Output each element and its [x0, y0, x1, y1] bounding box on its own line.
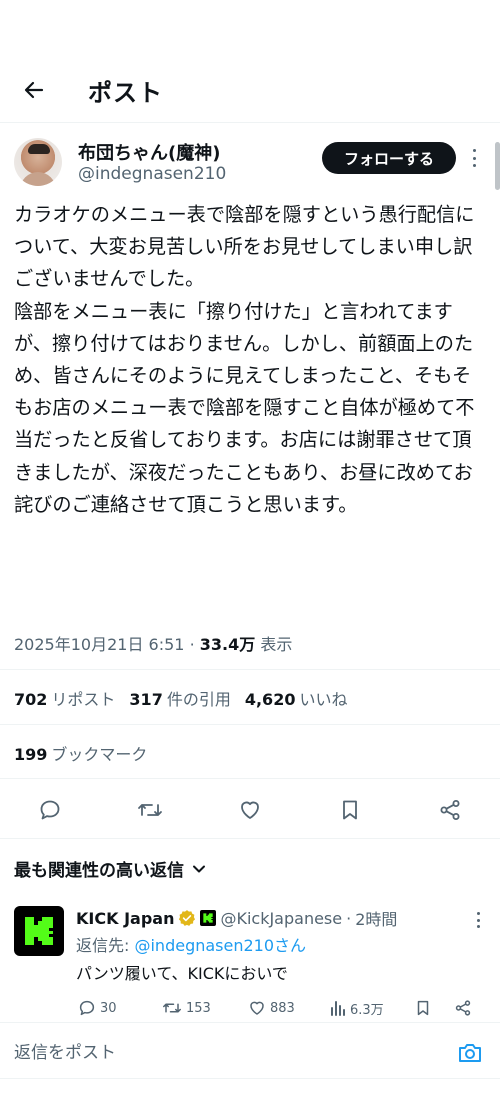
reply-comment-count: 30	[100, 1000, 117, 1016]
post-action-bar	[0, 792, 500, 828]
reply-views-count: 6.3万	[350, 1002, 384, 1018]
heart-icon	[250, 1001, 264, 1015]
scrollbar-thumb[interactable]	[495, 142, 500, 190]
engagement-stats: 702 リポスト 317 件の引用 4,620 いいね	[14, 686, 347, 710]
author-name[interactable]: 布団ちゃん(魔神)	[78, 139, 220, 165]
post-text: カラオケのメニュー表で陰部を隠すという愚行配信について、大変お見苦しい所をお見せ…	[14, 203, 475, 516]
reply-button[interactable]	[34, 794, 66, 826]
stats-divider	[0, 724, 500, 725]
reply-time[interactable]: 2時間	[355, 906, 397, 930]
reply-views-button[interactable]: 6.3万	[330, 996, 384, 1020]
heart-icon	[241, 801, 259, 819]
reply-bookmark-button[interactable]	[414, 996, 432, 1020]
meta-separator: ·	[189, 635, 200, 654]
reply-comment-button[interactable]: 30	[78, 996, 117, 1020]
bottom-divider	[0, 1078, 500, 1079]
reply-to-label: 返信先:	[76, 936, 135, 955]
more-options-icon[interactable]	[466, 146, 482, 170]
reply-to-mention[interactable]: @indegnasen210さん	[134, 936, 306, 955]
kick-logo-avatar[interactable]	[14, 906, 64, 956]
reply-more-icon[interactable]	[472, 910, 484, 930]
post-timestamp[interactable]: 2025年10月21日 6:51	[14, 635, 184, 654]
arrow-left-icon	[24, 81, 44, 99]
like-button[interactable]	[234, 794, 266, 826]
reply-like-count: 883	[270, 1000, 295, 1016]
comment-icon	[40, 800, 60, 820]
reply-header: KICK Japan @KickJapanese · 2時間	[76, 906, 397, 930]
page-title: ポスト	[88, 79, 163, 107]
reply-to-line: 返信先: @indegnasen210さん	[76, 932, 306, 956]
affiliate-badge-icon	[200, 910, 217, 926]
header-divider	[0, 122, 500, 123]
reply-action-bar: 30 153 883 6.3万	[0, 996, 500, 1020]
kick-logo-icon	[25, 917, 53, 945]
bookmark-icon	[343, 800, 357, 820]
views-label: 表示	[260, 635, 293, 654]
reply-text: パンツ履いて、KICKにおいで	[76, 964, 288, 983]
author-avatar[interactable]	[14, 138, 62, 186]
repost-icon	[163, 1003, 181, 1013]
reply-like-button[interactable]: 883	[248, 996, 295, 1020]
top-bar: ポスト	[0, 54, 500, 122]
verified-badge-icon	[179, 910, 196, 926]
meta-divider	[0, 669, 500, 670]
camera-button[interactable]	[456, 1040, 484, 1066]
repost-icon	[138, 804, 162, 816]
reposts-stat[interactable]: 702 リポスト	[14, 686, 115, 710]
reply-separator: ·	[346, 908, 352, 928]
share-icon	[440, 800, 460, 820]
repost-button[interactable]	[134, 794, 166, 826]
reply-author-name[interactable]: KICK Japan	[76, 909, 174, 928]
bookmark-icon	[417, 1000, 429, 1016]
post-meta: 2025年10月21日 6:51 · 33.4万 表示	[14, 631, 292, 655]
reply-repost-count: 153	[186, 1000, 211, 1016]
analytics-icon	[331, 1001, 345, 1016]
bookmarks-stat[interactable]: 199 ブックマーク	[14, 741, 147, 765]
author-handle[interactable]: @indegnasen210	[78, 164, 226, 184]
comment-icon	[79, 1000, 95, 1016]
reply-author-handle[interactable]: @KickJapanese	[220, 909, 342, 928]
reply-share-button[interactable]	[454, 996, 472, 1020]
post-author: 布団ちゃん(魔神) @indegnasen210 フォローする	[14, 138, 484, 194]
likes-stat[interactable]: 4,620 いいね	[245, 686, 348, 710]
composer-divider	[0, 1022, 500, 1023]
reply-input[interactable]	[14, 1038, 414, 1068]
share-icon	[455, 1000, 471, 1016]
actions-divider	[0, 838, 500, 839]
bookmarks-divider	[0, 778, 500, 779]
reply-composer	[0, 1030, 500, 1076]
bookmark-button[interactable]	[334, 794, 366, 826]
reply-repost-button[interactable]: 153	[162, 996, 211, 1020]
chevron-down-icon	[193, 865, 205, 872]
back-button[interactable]	[18, 74, 50, 106]
reply-sort-dropdown[interactable]: 最も関連性の高い返信	[14, 856, 206, 881]
follow-button[interactable]: フォローする	[322, 142, 456, 174]
share-button[interactable]	[434, 794, 466, 826]
camera-icon	[459, 1044, 481, 1062]
quotes-stat[interactable]: 317 件の引用	[129, 686, 230, 710]
views-count: 33.4万	[199, 635, 256, 654]
reply-sort-label: 最も関連性の高い返信	[14, 861, 184, 881]
